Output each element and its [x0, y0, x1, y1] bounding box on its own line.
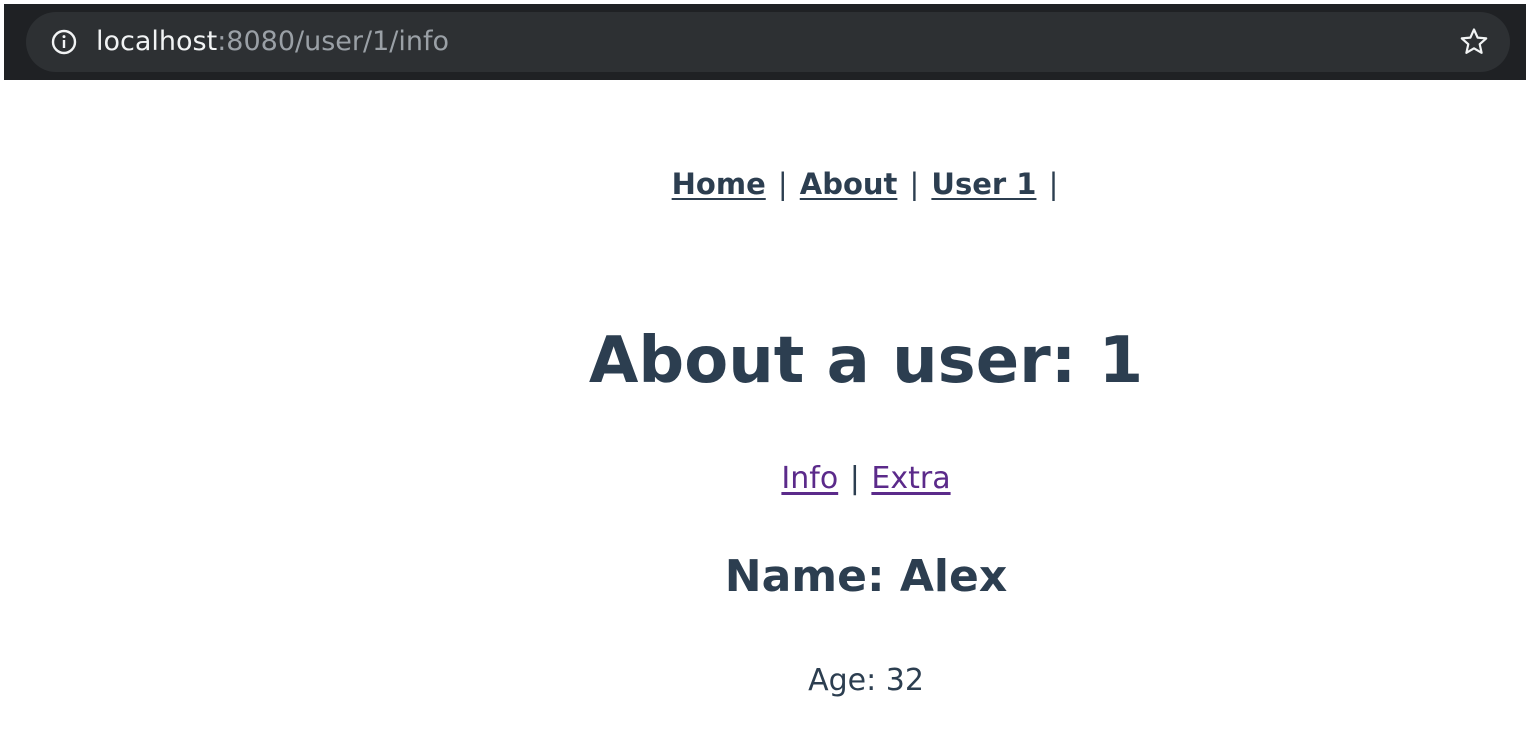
url-host: localhost [96, 26, 218, 57]
page-title: About a user: 1 [588, 324, 1144, 398]
nav-separator: | [777, 167, 788, 201]
subnav-link-extra[interactable]: Extra [871, 461, 950, 496]
user-age: Age: 32 [808, 663, 924, 698]
nav-link-user-1[interactable]: User 1 [931, 167, 1036, 201]
nav-link-home[interactable]: Home [672, 167, 766, 201]
subnav-link-info[interactable]: Info [781, 461, 838, 496]
main-nav: Home | About | User 1 | [0, 164, 1526, 204]
info-circle-icon[interactable] [50, 28, 78, 56]
user-name: Name: Alex [724, 551, 1008, 602]
user-subnav: Info | Extra [0, 458, 1526, 500]
nav-separator: | [1048, 167, 1059, 201]
nav-separator: | [909, 167, 920, 201]
subnav-separator: | [849, 461, 860, 496]
nav-link-about[interactable]: About [800, 167, 898, 201]
star-icon[interactable] [1458, 26, 1490, 58]
browser-toolbar: localhost:8080/user/1/info [4, 4, 1526, 80]
page-content: Home | About | User 1 | About a user: 1 … [0, 80, 1526, 732]
address-bar[interactable]: localhost:8080/user/1/info [26, 12, 1510, 72]
url-text[interactable]: localhost:8080/user/1/info [96, 12, 449, 72]
url-path: :8080/user/1/info [217, 26, 450, 57]
